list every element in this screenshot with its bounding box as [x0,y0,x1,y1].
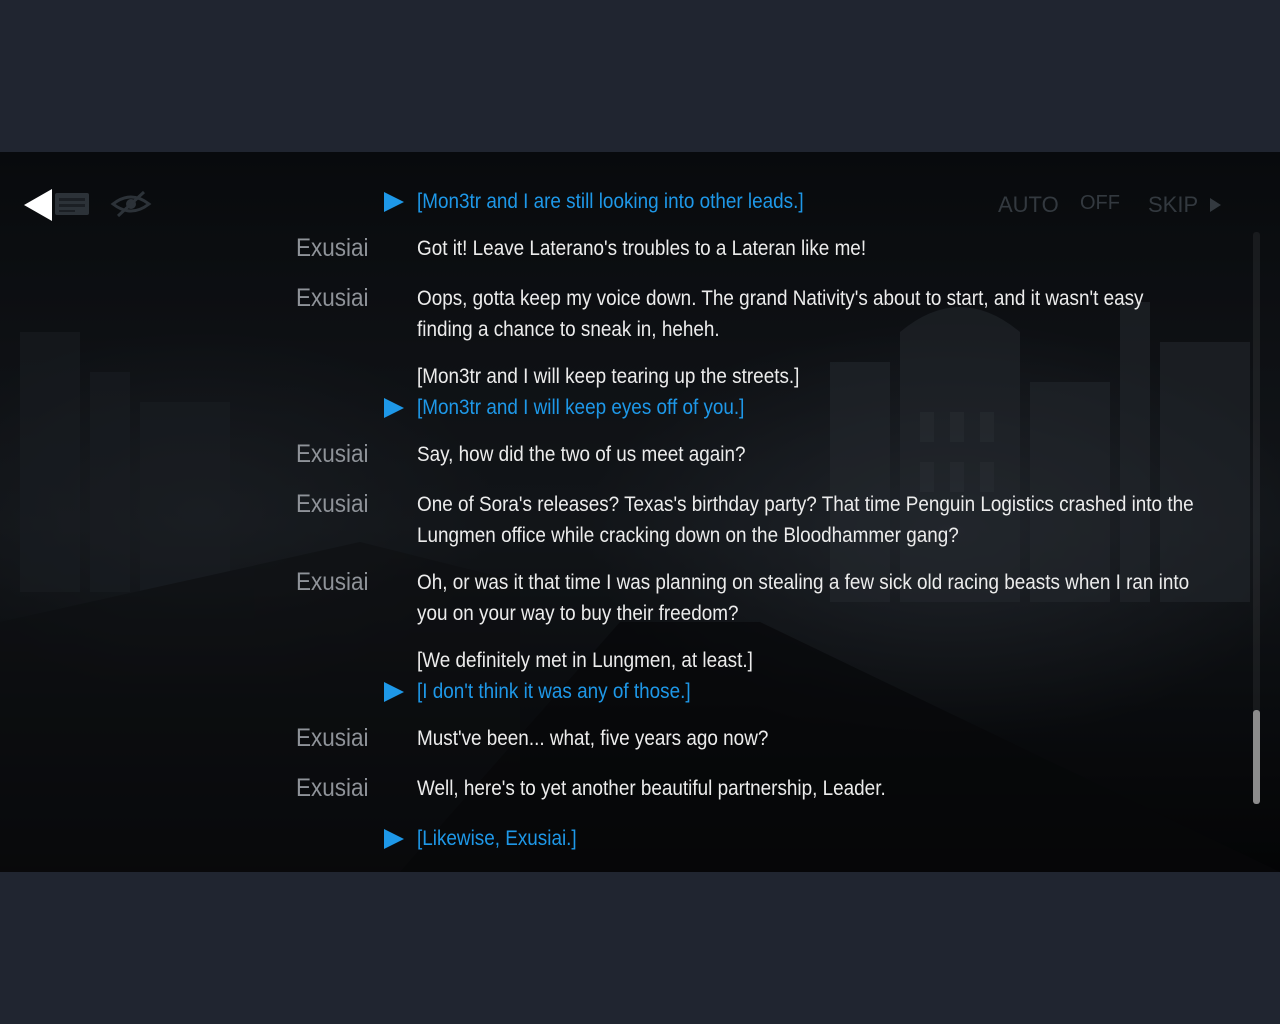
selected-choice-marker-icon [384,682,404,702]
choice-selected: [I don't think it was any of those.] [417,680,691,703]
dialogue-text: One of Sora's releases? Texas's birthday… [417,493,1194,516]
speaker-name: Exusiai [296,774,369,802]
speaker-name: Exusiai [296,490,369,518]
speaker-name: Exusiai [296,234,369,262]
dialogue-text: you on your way to buy their freedom? [417,602,739,625]
scrollbar[interactable] [1253,232,1260,804]
choice-selected: [Mon3tr and I will keep eyes off of you.… [417,396,745,419]
dialogue-text: Oops, gotta keep my voice down. The gran… [417,287,1144,310]
speaker-name: Exusiai [296,568,369,596]
choice-option: [We definitely met in Lungmen, at least.… [417,649,753,672]
dialogue-text: Say, how did the two of us meet again? [417,443,746,466]
choice-option: [Mon3tr and I will keep tearing up the s… [417,365,800,388]
dialogue-text: Lungmen office while cracking down on th… [417,524,959,547]
speaker-name: Exusiai [296,440,369,468]
choice-selected: [Likewise, Exusiai.] [417,827,577,850]
dialogue-text: Well, here's to yet another beautiful pa… [417,777,886,800]
dialogue-text: Must've been... what, five years ago now… [417,727,769,750]
dialogue-text: finding a chance to sneak in, heheh. [417,318,720,341]
dialogue-text: Got it! Leave Laterano's troubles to a L… [417,237,867,260]
speaker-name: Exusiai [296,284,369,312]
selected-choice-marker-icon [384,829,404,849]
speaker-name: Exusiai [296,724,369,752]
choice-selected: [Mon3tr and I are still looking into oth… [417,190,804,213]
game-view: AUTO OFF SKIP [Mon3tr and I are still lo… [0,152,1280,872]
dialogue-text: Oh, or was it that time I was planning o… [417,571,1190,594]
selected-choice-marker-icon [384,192,404,212]
selected-choice-marker-icon [384,398,404,418]
dialogue-log[interactable]: [Mon3tr and I are still looking into oth… [0,152,1250,872]
scrollbar-thumb[interactable] [1253,710,1260,804]
